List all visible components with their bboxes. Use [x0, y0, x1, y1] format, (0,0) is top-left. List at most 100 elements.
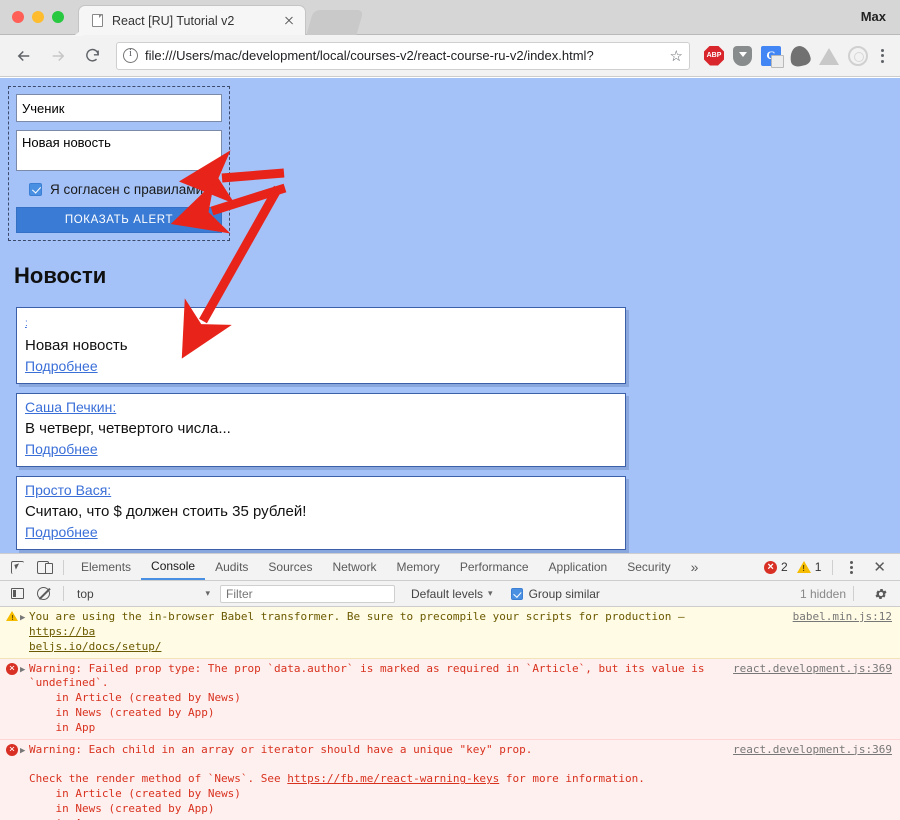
page-viewport: Я согласен с правилами ПОКАЗАТЬ ALERT Но… — [0, 78, 900, 553]
profile-name[interactable]: Max — [861, 9, 886, 24]
news-text-textarea[interactable] — [16, 130, 222, 171]
close-tab-icon[interactable] — [281, 13, 297, 29]
google-drive-icon[interactable] — [819, 48, 839, 65]
close-window-button[interactable] — [12, 11, 24, 23]
console-source-link[interactable]: babel.min.js:12 — [793, 610, 892, 625]
console-link-wrap[interactable]: beljs.io/docs/setup/ — [29, 640, 161, 653]
devtools-tab-audits[interactable]: Audits — [205, 554, 258, 580]
console-source-link[interactable]: react.development.js:369 — [733, 743, 892, 758]
news-list: : Новая новость Подробнее Саша Печкин: В чет… — [8, 307, 892, 553]
console-message[interactable]: ▶Warning: Failed prop type: The prop `da… — [0, 658, 900, 740]
tab-title: React [RU] Tutorial v2 — [112, 13, 235, 28]
forward-arrow-icon — [44, 42, 72, 70]
group-similar-checkbox[interactable] — [510, 587, 523, 600]
article-more-link[interactable]: Подробнее — [25, 524, 98, 540]
article-author-link[interactable]: : — [25, 318, 28, 334]
article-text: В четверг, четвертого числа... — [25, 420, 231, 437]
new-tab-stub[interactable] — [306, 10, 364, 35]
extension-dark-icon[interactable] — [788, 43, 812, 68]
minimize-window-button[interactable] — [32, 11, 44, 23]
article-author-link[interactable]: Просто Вася: — [25, 482, 111, 498]
title-bar: React [RU] Tutorial v2 Max — [0, 0, 900, 36]
log-levels-select[interactable]: Default levels ▾ — [411, 587, 493, 601]
devtools-tab-memory[interactable]: Memory — [386, 554, 449, 580]
devtools-tab-sources[interactable]: Sources — [258, 554, 322, 580]
console-message-body: You are using the in-browser Babel trans… — [29, 610, 692, 653]
devtools-tab-performance[interactable]: Performance — [450, 554, 539, 580]
window-controls[interactable] — [12, 11, 64, 23]
console-filter-input[interactable] — [220, 584, 395, 603]
expand-triangle-icon[interactable]: ▶ — [20, 743, 29, 820]
console-source-link[interactable]: react.development.js:369 — [733, 662, 892, 677]
inspect-element-icon[interactable] — [4, 556, 30, 578]
browser-tab[interactable]: React [RU] Tutorial v2 — [69, 5, 306, 36]
error-count: 2 — [781, 560, 788, 574]
execution-context-select[interactable]: top ▾ — [71, 587, 216, 601]
devtools-tab-elements[interactable]: Elements — [71, 554, 141, 580]
article-text: Считаю, что $ должен стоить 35 рублей! — [25, 503, 307, 520]
agree-label: Я согласен с правилами — [50, 182, 204, 197]
log-levels-label: Default levels — [411, 586, 484, 601]
article-more-link[interactable]: Подробнее — [25, 358, 98, 374]
pocket-shield-icon[interactable] — [733, 45, 752, 66]
news-heading: Новости — [14, 263, 107, 288]
close-devtools-icon[interactable]: ✕ — [863, 558, 896, 576]
article-text: Новая новость — [25, 337, 128, 354]
reload-icon[interactable] — [78, 42, 106, 70]
address-bar[interactable]: file:///Users/mac/development/local/cour… — [116, 41, 690, 70]
counts-divider — [832, 559, 834, 575]
agree-row[interactable]: Я согласен с правилами — [29, 182, 222, 197]
devtools-tab-security[interactable]: Security — [617, 554, 680, 580]
device-toolbar-icon[interactable] — [30, 556, 56, 578]
console-link[interactable]: https://fb.me/react-warning-keys — [287, 772, 499, 785]
warning-count: 1 — [814, 560, 822, 574]
extension-icons: ABP G — [704, 43, 868, 68]
expand-triangle-icon[interactable]: ▶ — [20, 610, 29, 655]
console-toolbar: top ▾ Default levels ▾ Group similar 1 h… — [0, 581, 900, 607]
news-article: Просто Вася: Считаю, что $ должен стоить … — [16, 476, 626, 550]
group-similar-label: Group similar — [528, 586, 600, 601]
console-sidebar-icon[interactable] — [4, 583, 30, 605]
browser-window: React [RU] Tutorial v2 Max file:///Users… — [0, 0, 900, 820]
author-input[interactable] — [16, 94, 222, 122]
error-icon — [6, 743, 18, 756]
console-link[interactable]: https://ba — [29, 625, 95, 638]
react-app: Я согласен с правилами ПОКАЗАТЬ ALERT Но… — [0, 78, 900, 553]
execution-context-value: top — [77, 586, 94, 601]
devtools-menu-icon[interactable] — [840, 560, 863, 574]
hidden-messages-count: 1 hidden — [799, 586, 846, 601]
toolbar-divider — [63, 559, 64, 575]
browser-toolbar: file:///Users/mac/development/local/cour… — [0, 35, 900, 77]
warning-count-icon — [796, 561, 811, 573]
extension-circle-icon[interactable] — [848, 45, 868, 66]
gear-icon[interactable] — [873, 586, 888, 601]
add-news-form: Я согласен с правилами ПОКАЗАТЬ ALERT — [8, 86, 230, 241]
devtools-tab-network[interactable]: Network — [322, 554, 386, 580]
devtools-tab-bar: Elements Console Audits Sources Network Memor… — [0, 554, 900, 581]
devtools-panel: Elements Console Audits Sources Network Memor… — [0, 553, 900, 820]
news-article: Саша Печкин: В четверг, четвертого числа.… — [16, 393, 626, 467]
console-message[interactable]: ▶Warning: Each child in an array or iter… — [0, 739, 900, 820]
expand-triangle-icon[interactable]: ▶ — [20, 662, 29, 736]
article-author-link[interactable]: Саша Печкин: — [25, 399, 116, 415]
devtools-tab-application[interactable]: Application — [539, 554, 618, 580]
site-info-icon[interactable] — [123, 47, 138, 63]
console-message[interactable]: ▶You are using the in-browser Babel tran… — [0, 607, 900, 659]
error-icon — [6, 662, 18, 675]
more-tabs-icon[interactable]: » — [681, 559, 709, 575]
issue-counts[interactable]: 2 1 — [764, 560, 821, 574]
error-count-icon — [764, 560, 778, 574]
chrome-menu-icon[interactable] — [874, 48, 890, 63]
agree-checkbox[interactable] — [29, 183, 42, 196]
adblock-plus-icon[interactable]: ABP — [704, 45, 724, 66]
google-translate-icon[interactable]: G — [761, 45, 784, 68]
bookmark-star-icon[interactable]: ☆ — [670, 47, 683, 65]
back-arrow-icon[interactable] — [10, 42, 38, 70]
devtools-tab-console[interactable]: Console — [141, 554, 206, 580]
show-alert-button[interactable]: ПОКАЗАТЬ ALERT — [16, 207, 222, 233]
console-toolbar-divider — [63, 586, 64, 601]
clear-console-icon[interactable] — [30, 583, 56, 605]
console-messages[interactable]: ▶You are using the in-browser Babel tran… — [0, 607, 900, 820]
article-more-link[interactable]: Подробнее — [25, 441, 98, 457]
maximize-window-button[interactable] — [52, 11, 64, 23]
